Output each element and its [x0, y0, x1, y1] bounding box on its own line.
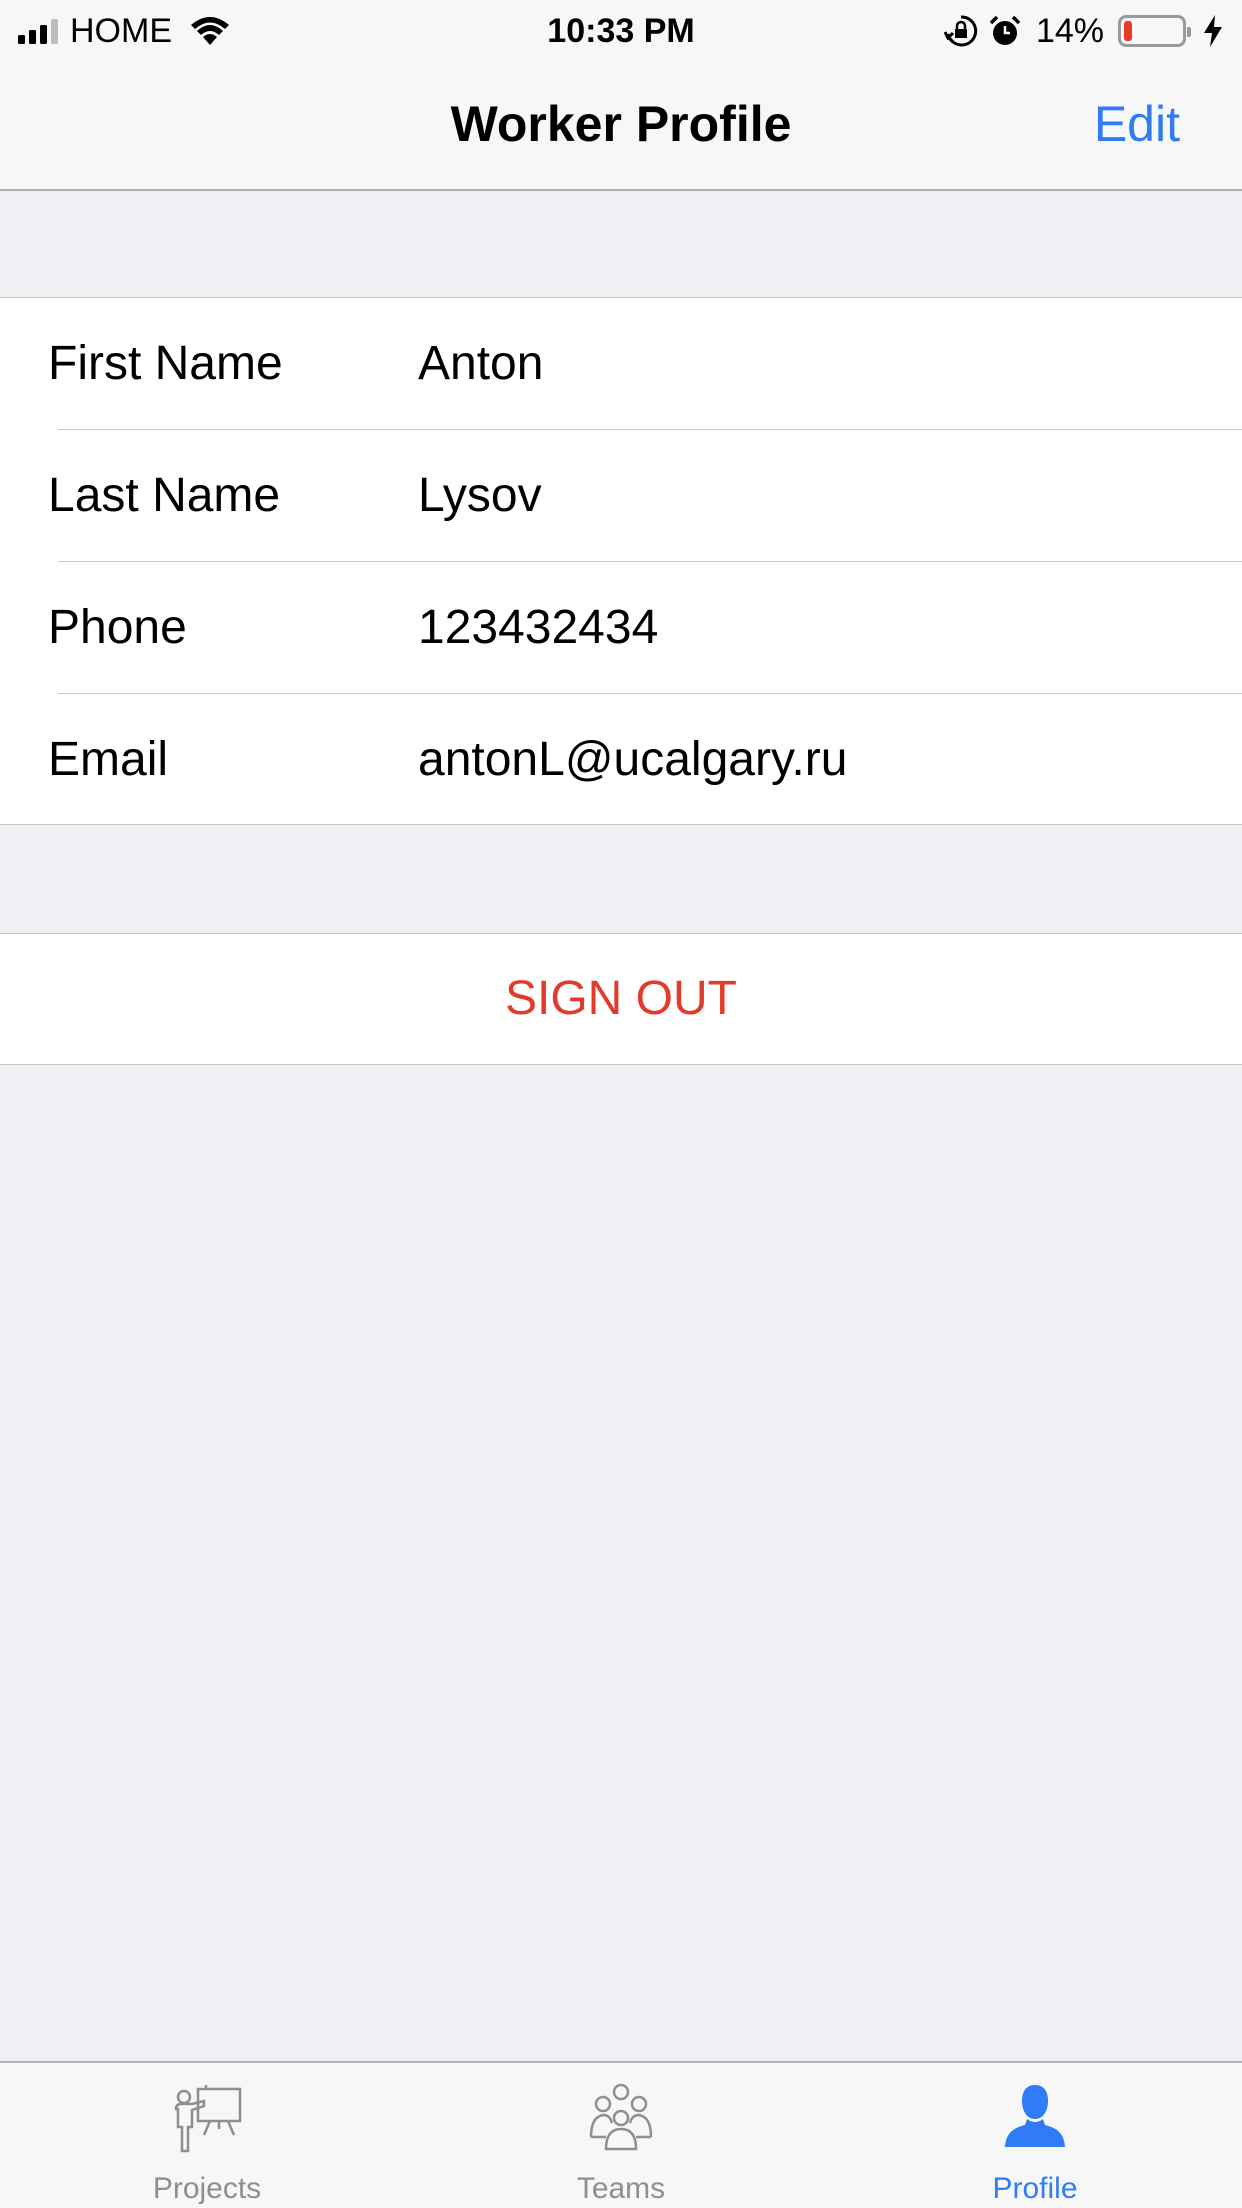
person-icon	[1005, 2085, 1065, 2147]
phone-value: 123432434	[418, 601, 659, 654]
profile-row-last-name: Last Name Lysov	[0, 430, 1242, 562]
tab-profile-label: Profile	[992, 2172, 1078, 2205]
status-bar: HOME 10:33 PM 14%	[0, 0, 1242, 60]
profile-row-first-name: First Name Anton	[0, 298, 1242, 430]
presentation-icon	[174, 2085, 242, 2153]
email-value: antonL@ucalgary.ru	[418, 733, 848, 786]
battery-icon	[1118, 15, 1191, 47]
tab-projects[interactable]: Projects	[0, 2063, 414, 2208]
tab-profile[interactable]: Profile	[828, 2063, 1242, 2208]
orientation-lock-icon	[943, 15, 978, 47]
page-title: Worker Profile	[450, 96, 792, 152]
sign-out-button[interactable]: SIGN OUT	[0, 933, 1242, 1065]
sign-out-label: SIGN OUT	[504, 972, 737, 1025]
last-name-value: Lysov	[418, 469, 542, 522]
last-name-label: Last Name	[48, 469, 281, 522]
status-right: 14%	[943, 8, 1224, 54]
alarm-icon	[989, 15, 1021, 45]
edit-button[interactable]: Edit	[1094, 60, 1180, 189]
charging-bolt-icon	[1204, 15, 1222, 47]
phone-label: Phone	[48, 601, 187, 654]
battery-fill	[1124, 21, 1132, 41]
navigation-bar: Worker Profile Edit	[0, 60, 1242, 191]
tab-teams-label: Teams	[576, 2172, 666, 2205]
group-icon	[589, 2083, 653, 2151]
tab-projects-label: Projects	[152, 2172, 262, 2205]
tab-bar: Projects Teams Profile	[0, 2061, 1242, 2208]
profile-row-phone: Phone 123432434	[0, 562, 1242, 694]
first-name-label: First Name	[48, 337, 283, 390]
profile-row-email: Email antonL@ucalgary.ru	[0, 694, 1242, 826]
email-label: Email	[48, 733, 169, 786]
battery-percent: 14%	[1035, 11, 1104, 50]
tab-teams[interactable]: Teams	[414, 2063, 828, 2208]
first-name-value: Anton	[418, 337, 544, 390]
profile-info-section: First Name Anton Last Name Lysov Phone 1…	[0, 297, 1242, 825]
